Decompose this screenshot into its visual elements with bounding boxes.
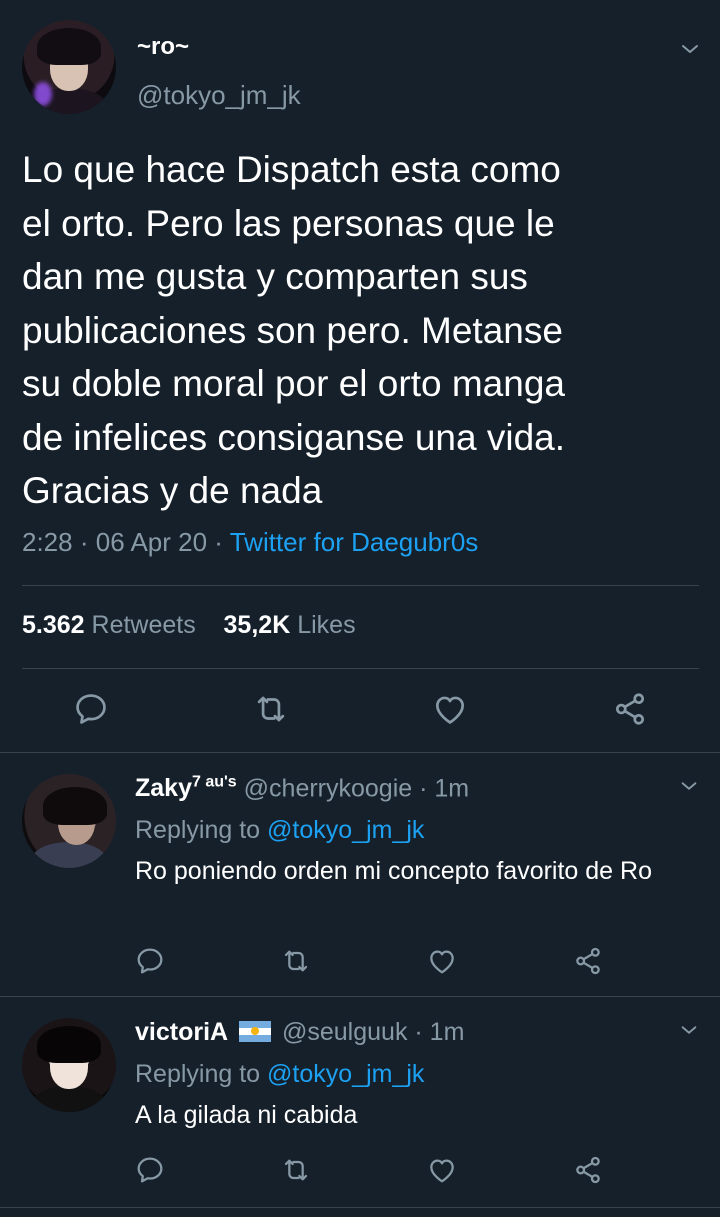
retweets-stat[interactable]: 5.362 Retweets xyxy=(22,611,196,639)
avatar-hair xyxy=(37,27,101,66)
reply-tweet[interactable]: victoriA @seulguuk · 1m Replying to @tok… xyxy=(0,997,720,1207)
likes-stat[interactable]: 35,2K Likes xyxy=(224,611,356,639)
reply-age: · 1m xyxy=(419,774,470,803)
retweet-icon[interactable] xyxy=(280,1154,312,1186)
share-icon[interactable] xyxy=(572,1154,604,1186)
avatar-body xyxy=(31,1085,107,1112)
reply-icon[interactable] xyxy=(72,690,110,728)
reply-name-suffix: 7 au's xyxy=(191,774,237,791)
meta-separator: · xyxy=(214,527,223,557)
reply-display-name[interactable]: victoriA xyxy=(135,1018,228,1046)
author-display-name[interactable]: ~ro~ xyxy=(137,33,189,61)
retweet-icon[interactable] xyxy=(252,690,290,728)
like-icon[interactable] xyxy=(426,1154,458,1186)
tweet-time: 2:28 xyxy=(22,527,73,557)
reply-icon[interactable] xyxy=(134,945,166,977)
reply-text: A la gilada ni cabida xyxy=(135,1101,358,1129)
chevron-down-icon[interactable] xyxy=(678,1019,700,1041)
reply-handle[interactable]: @cherrykoogie xyxy=(244,774,413,802)
retweets-label: Retweets xyxy=(91,611,196,639)
reply-avatar[interactable] xyxy=(22,1018,116,1112)
tweet-date: 06 Apr 20 xyxy=(95,527,208,557)
replying-to-handle[interactable]: @tokyo_jm_jk xyxy=(267,1060,424,1088)
avatar-glow xyxy=(34,82,52,106)
reply-age: · 1m xyxy=(414,1018,465,1046)
tweet-text: Lo que hace Dispatch esta como el orto. … xyxy=(22,149,566,511)
replying-to: Replying to @tokyo_jm_jk xyxy=(135,816,424,845)
reply-text: Ro poniendo orden mi concepto favorito d… xyxy=(135,857,652,885)
replying-label: Replying to xyxy=(135,1060,261,1088)
avatar-hair xyxy=(37,1025,101,1064)
reply-icon[interactable] xyxy=(134,1154,166,1186)
replying-to-handle[interactable]: @tokyo_jm_jk xyxy=(267,816,424,844)
reply-name: Zaky xyxy=(135,774,192,803)
retweets-count: 5.362 xyxy=(22,611,85,639)
reply-display-name[interactable]: Zaky7 au's xyxy=(135,774,237,802)
tweet-stats: 5.362 Retweets 35,2K Likes xyxy=(22,611,356,640)
tweet-meta: 2:28 · 06 Apr 20 · Twitter for Daegubr0s xyxy=(22,527,478,558)
reply-avatar[interactable] xyxy=(22,774,116,868)
like-icon[interactable] xyxy=(431,690,469,728)
like-icon[interactable] xyxy=(426,945,458,977)
tweet-source-link[interactable]: Twitter for Daegubr0s xyxy=(230,527,479,557)
author-handle[interactable]: @tokyo_jm_jk xyxy=(137,80,301,111)
main-tweet: ~ro~ @tokyo_jm_jk Lo que hace Dispatch e… xyxy=(0,0,720,753)
chevron-down-icon[interactable] xyxy=(678,37,702,61)
divider xyxy=(0,1207,720,1208)
author-avatar[interactable] xyxy=(22,20,116,114)
likes-label: Likes xyxy=(297,611,356,639)
reply-header: victoriA @seulguuk · 1m xyxy=(135,1018,464,1047)
reply-handle[interactable]: @seulguuk xyxy=(282,1018,407,1046)
replying-to: Replying to @tokyo_jm_jk xyxy=(135,1060,424,1089)
likes-count: 35,2K xyxy=(223,611,291,639)
replying-label: Replying to xyxy=(135,816,261,844)
reply-header: Zaky7 au's @cherrykoogie · 1m xyxy=(135,774,469,803)
share-icon[interactable] xyxy=(611,690,649,728)
chevron-down-icon[interactable] xyxy=(678,775,700,797)
retweet-icon[interactable] xyxy=(280,945,312,977)
avatar-body xyxy=(31,841,107,868)
avatar-hair xyxy=(42,787,107,825)
reply-tweet[interactable]: Zaky7 au's @cherrykoogie · 1m Replying t… xyxy=(0,753,720,996)
divider xyxy=(22,585,699,586)
share-icon[interactable] xyxy=(572,945,604,977)
divider xyxy=(22,668,699,669)
argentina-flag-icon xyxy=(239,1021,272,1042)
meta-separator: · xyxy=(79,527,89,557)
